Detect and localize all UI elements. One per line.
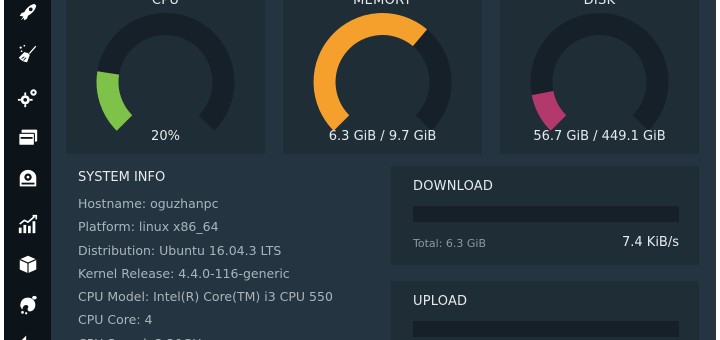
platform-row: Platform: linux x86_64 (78, 219, 219, 235)
back-icon[interactable] (16, 331, 40, 340)
distribution-row: Distribution: Ubuntu 16.04.3 LTS (78, 242, 282, 258)
memory-gauge-card: MEMORY 6.3 GiB / 9.7 GiB (283, 0, 482, 154)
gnome-icon[interactable] (16, 293, 40, 317)
box-icon[interactable] (16, 252, 40, 276)
gauge-fill (313, 13, 428, 131)
rocket-icon[interactable] (16, 1, 40, 25)
sidebar (4, 0, 51, 340)
cpu-speed-row: CPU Speed: 3.20GHz (78, 332, 388, 340)
cards-icon[interactable] (16, 125, 40, 149)
upload-card: UPLOAD (391, 281, 699, 340)
gears-icon[interactable] (16, 86, 40, 110)
broom-icon[interactable] (16, 42, 40, 66)
download-card: DOWNLOAD Total: 6.3 GiB 7.4 KiB/s (391, 166, 699, 265)
system-info-title: SYSTEM INFO (78, 170, 166, 185)
download-total: Total: 6.3 GiB (413, 237, 487, 250)
system-info-panel: SYSTEM INFO Hostname: oguzhanpc Platform… (78, 170, 388, 340)
download-progress-bar (413, 206, 679, 222)
download-rate: 7.4 KiB/s (621, 235, 679, 250)
upload-title: UPLOAD (413, 294, 468, 309)
cpu-gauge-card: CPU 20% (66, 0, 265, 154)
kernel-release-row: Kernel Release: 4.4.0-116-generic (78, 265, 290, 281)
gauge-fill (531, 90, 567, 131)
cpu-core-row: CPU Core: 4 (78, 312, 153, 328)
cpu-model-row: CPU Model: Intel(R) Core(TM) i3 CPU 550 (78, 289, 333, 305)
cpu-gauge-value: 20% (151, 129, 180, 144)
disk-gauge-card: DISK 56.7 GiB / 449.1 GiB (500, 0, 699, 154)
memory-gauge-value: 6.3 GiB / 9.7 GiB (328, 129, 437, 144)
download-title: DOWNLOAD (413, 179, 494, 194)
gauge-fill (96, 71, 133, 131)
upload-progress-bar (413, 321, 679, 337)
disk-gauge-value: 56.7 GiB / 449.1 GiB (533, 129, 666, 144)
hard-drive-icon[interactable] (16, 167, 40, 191)
hostname-row: Hostname: oguzhanpc (78, 196, 219, 211)
main-content: CPU 20% MEMORY 6.3 GiB / 9.7 GiB DISK 56… (51, 0, 716, 340)
app-window: CPU 20% MEMORY 6.3 GiB / 9.7 GiB DISK 56… (4, 0, 716, 340)
chart-icon[interactable] (16, 212, 40, 236)
